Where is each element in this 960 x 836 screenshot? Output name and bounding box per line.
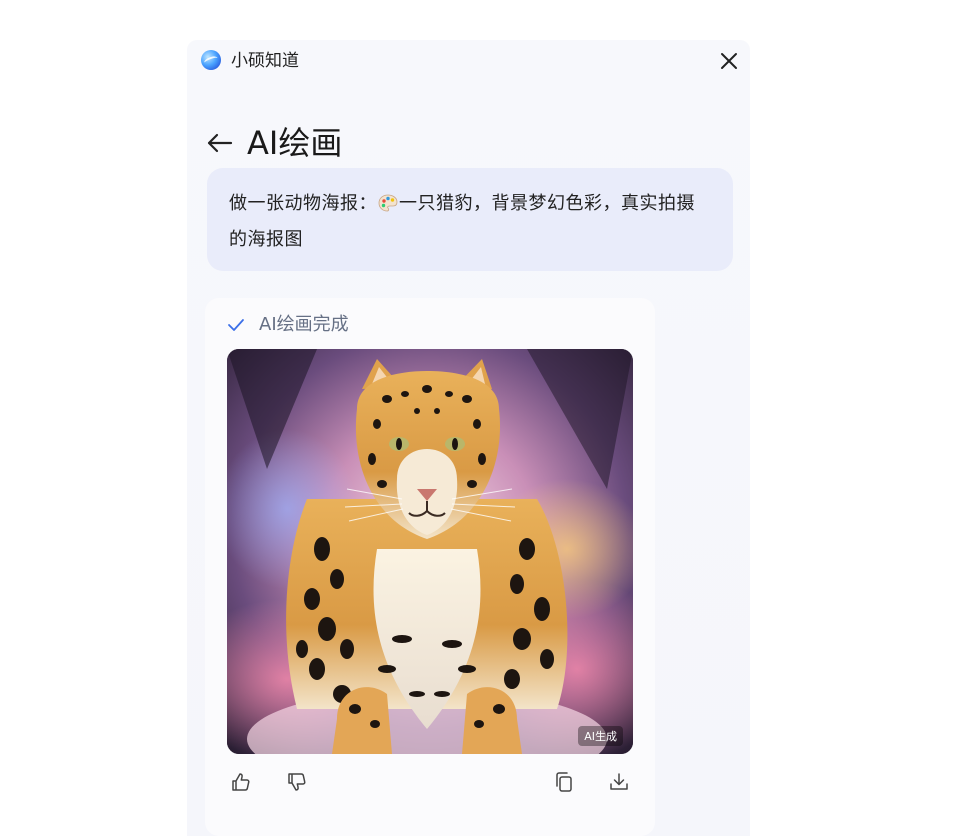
arrow-left-icon [207, 133, 233, 153]
result-action-bar [227, 768, 633, 798]
thumbs-up-icon [232, 773, 250, 791]
generated-image[interactable]: AI生成 [227, 349, 633, 754]
copy-button[interactable] [550, 768, 578, 796]
like-button[interactable] [227, 768, 255, 796]
palette-emoji-icon [378, 194, 398, 212]
close-button[interactable] [718, 50, 740, 72]
assistant-panel: 小硕知道 AI绘画 做一张动物海报： 一只猎豹，背景梦幻色彩，真实拍摄的海报图 [187, 40, 750, 836]
dislike-button[interactable] [283, 768, 311, 796]
back-button[interactable] [205, 130, 235, 156]
check-icon [228, 319, 244, 331]
close-icon [721, 53, 737, 69]
download-button[interactable] [605, 768, 633, 796]
thumbs-down-icon [288, 773, 306, 791]
ai-generated-badge: AI生成 [578, 726, 623, 746]
status-text: AI绘画完成 [259, 314, 349, 335]
page-title: AI绘画 [247, 124, 343, 162]
prompt-text-before: 做一张动物海报： [229, 193, 377, 214]
copy-icon [556, 772, 572, 792]
download-icon [610, 773, 628, 790]
app-logo-icon [201, 50, 221, 70]
user-prompt-bubble: 做一张动物海报： 一只猎豹，背景梦幻色彩，真实拍摄的海报图 [207, 168, 733, 271]
prompt-text: 做一张动物海报： 一只猎豹，背景梦幻色彩，真实拍摄的海报图 [229, 186, 711, 258]
ai-result-card: AI绘画完成 AI生成 [205, 298, 655, 836]
app-name: 小硕知道 [231, 51, 299, 71]
leopard-illustration [227, 349, 633, 754]
title-bar: 小硕知道 [187, 40, 750, 84]
